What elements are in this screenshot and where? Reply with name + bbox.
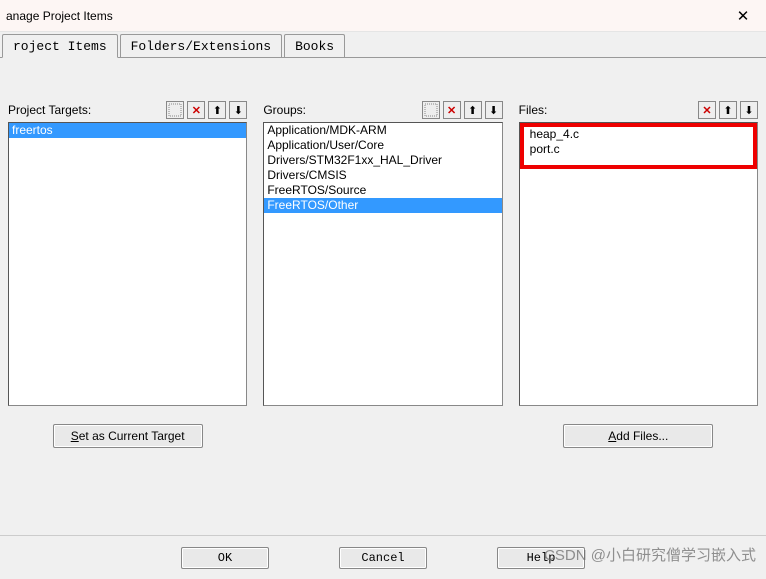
col-files-label: Files: — [519, 103, 548, 117]
arrow-up-icon: ⬆ — [213, 104, 222, 117]
list-item[interactable]: heap_4.c — [527, 127, 750, 142]
move-up-group-button[interactable]: ⬆ — [464, 101, 482, 119]
new-group-button[interactable] — [422, 101, 440, 119]
move-down-file-button[interactable]: ⬇ — [740, 101, 758, 119]
list-item[interactable]: Application/MDK-ARM — [264, 123, 501, 138]
targets-listbox[interactable]: freertos — [8, 122, 247, 406]
arrow-up-icon: ⬆ — [468, 104, 477, 117]
col-files-toolbar: ✕ ⬆ ⬇ — [698, 101, 758, 119]
arrow-down-icon: ⬇ — [489, 104, 498, 117]
col-groups-label: Groups: — [263, 103, 306, 117]
watermark: CSDN @小白研究僧学习嵌入式 — [544, 544, 756, 565]
arrow-up-icon: ⬆ — [723, 104, 732, 117]
targets-action: Set as Current Target — [8, 424, 247, 448]
delete-file-button[interactable]: ✕ — [698, 101, 716, 119]
move-down-target-button[interactable]: ⬇ — [229, 101, 247, 119]
col-files-header: Files: ✕ ⬆ ⬇ — [519, 100, 758, 120]
close-button[interactable]: ✕ — [720, 0, 766, 32]
delete-target-button[interactable]: ✕ — [187, 101, 205, 119]
arrow-down-icon: ⬇ — [744, 104, 753, 117]
window-title: anage Project Items — [6, 9, 113, 23]
list-item[interactable]: FreeRTOS/Source — [264, 183, 501, 198]
add-files-button[interactable]: Add Files... — [563, 424, 713, 448]
col-files: Files: ✕ ⬆ ⬇ heap_4.c port.c — [519, 100, 758, 406]
delete-group-button[interactable]: ✕ — [443, 101, 461, 119]
col-groups-header: Groups: ✕ ⬆ ⬇ — [263, 100, 502, 120]
col-targets-toolbar: ✕ ⬆ ⬇ — [166, 101, 247, 119]
cancel-button[interactable]: Cancel — [339, 547, 427, 569]
arrow-down-icon: ⬇ — [234, 104, 243, 117]
col-targets: Project Targets: ✕ ⬆ ⬇ freertos — [8, 100, 247, 406]
delete-icon: ✕ — [447, 104, 456, 117]
list-item[interactable]: Application/User/Core — [264, 138, 501, 153]
files-listbox[interactable]: heap_4.c port.c — [519, 122, 758, 406]
groups-action — [263, 424, 502, 448]
new-target-button[interactable] — [166, 101, 184, 119]
titlebar: anage Project Items ✕ — [0, 0, 766, 32]
files-action: Add Files... — [519, 424, 758, 448]
action-row: Set as Current Target Add Files... — [8, 424, 758, 448]
tab-project-items[interactable]: roject Items — [2, 34, 118, 58]
delete-icon: ✕ — [192, 104, 201, 117]
tabs: roject Items Folders/Extensions Books — [0, 32, 766, 58]
move-down-group-button[interactable]: ⬇ — [485, 101, 503, 119]
content-area: Project Targets: ✕ ⬆ ⬇ freertos Groups: … — [0, 58, 766, 528]
col-targets-label: Project Targets: — [8, 103, 91, 117]
tab-books[interactable]: Books — [284, 34, 345, 57]
list-item[interactable]: Drivers/CMSIS — [264, 168, 501, 183]
list-item[interactable]: Drivers/STM32F1xx_HAL_Driver — [264, 153, 501, 168]
col-groups: Groups: ✕ ⬆ ⬇ Application/MDK-ARM Applic… — [263, 100, 502, 406]
list-item[interactable]: port.c — [527, 142, 750, 157]
ok-button[interactable]: OK — [181, 547, 269, 569]
col-groups-toolbar: ✕ ⬆ ⬇ — [422, 101, 503, 119]
tab-folders-extensions[interactable]: Folders/Extensions — [120, 34, 282, 57]
columns: Project Targets: ✕ ⬆ ⬇ freertos Groups: … — [8, 100, 758, 406]
move-up-file-button[interactable]: ⬆ — [719, 101, 737, 119]
highlight-annotation: heap_4.c port.c — [520, 123, 757, 169]
delete-icon: ✕ — [702, 104, 711, 117]
col-targets-header: Project Targets: ✕ ⬆ ⬇ — [8, 100, 247, 120]
set-current-target-button[interactable]: Set as Current Target — [53, 424, 203, 448]
list-item[interactable]: FreeRTOS/Other — [264, 198, 501, 213]
move-up-target-button[interactable]: ⬆ — [208, 101, 226, 119]
groups-listbox[interactable]: Application/MDK-ARM Application/User/Cor… — [263, 122, 502, 406]
new-icon — [424, 103, 438, 117]
new-icon — [168, 103, 182, 117]
list-item[interactable]: freertos — [9, 123, 246, 138]
close-icon: ✕ — [737, 7, 750, 25]
